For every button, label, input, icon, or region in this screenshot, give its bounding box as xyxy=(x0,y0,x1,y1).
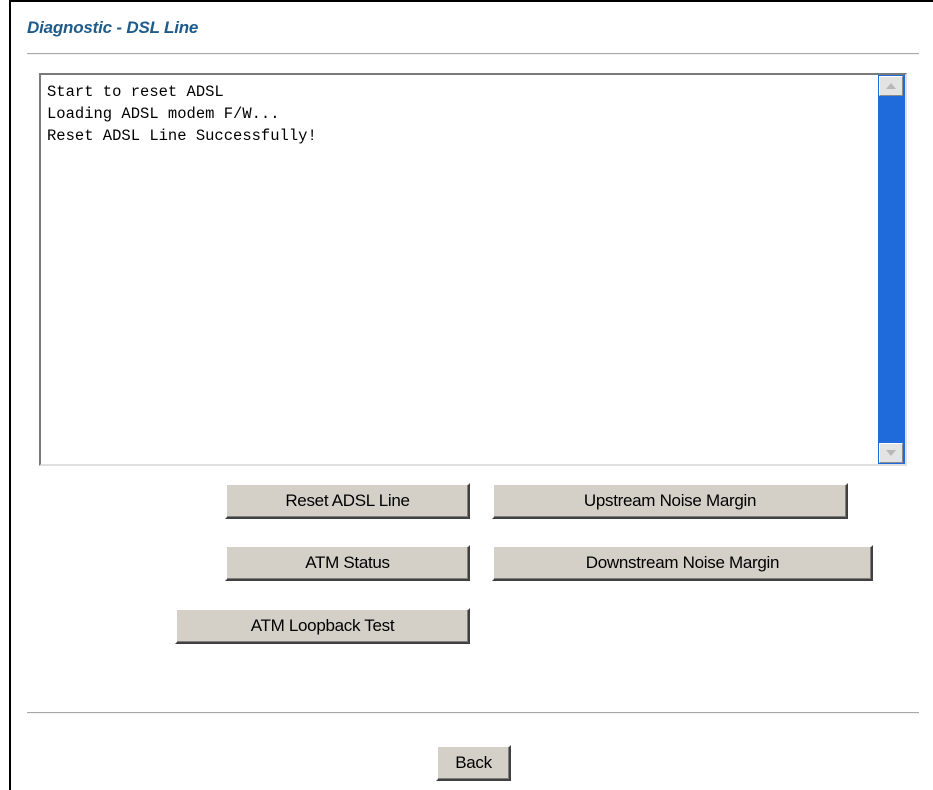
vertical-scrollbar[interactable] xyxy=(878,75,905,464)
downstream-noise-margin-button[interactable]: Downstream Noise Margin xyxy=(492,545,873,581)
log-line: Reset ADSL Line Successfully! xyxy=(47,127,317,145)
atm-loopback-test-button[interactable]: ATM Loopback Test xyxy=(175,608,470,644)
scroll-down-arrow-icon xyxy=(886,450,896,456)
reset-adsl-line-button[interactable]: Reset ADSL Line xyxy=(225,483,470,519)
scroll-down-button[interactable] xyxy=(879,443,903,463)
title-divider xyxy=(27,53,919,55)
log-text: Start to reset ADSL Loading ADSL modem F/… xyxy=(47,81,873,147)
log-line: Start to reset ADSL xyxy=(47,83,224,101)
scroll-up-button[interactable] xyxy=(879,76,903,96)
atm-status-button[interactable]: ATM Status xyxy=(225,545,470,581)
upstream-noise-margin-button[interactable]: Upstream Noise Margin xyxy=(492,483,848,519)
log-line: Loading ADSL modem F/W... xyxy=(47,105,280,123)
back-button[interactable]: Back xyxy=(436,745,511,781)
footer-divider xyxy=(27,712,919,714)
page-title: Diagnostic - DSL Line xyxy=(27,18,199,37)
diagnostic-log-textarea[interactable]: Start to reset ADSL Loading ADSL modem F/… xyxy=(39,73,907,466)
scroll-up-arrow-icon xyxy=(886,83,896,89)
